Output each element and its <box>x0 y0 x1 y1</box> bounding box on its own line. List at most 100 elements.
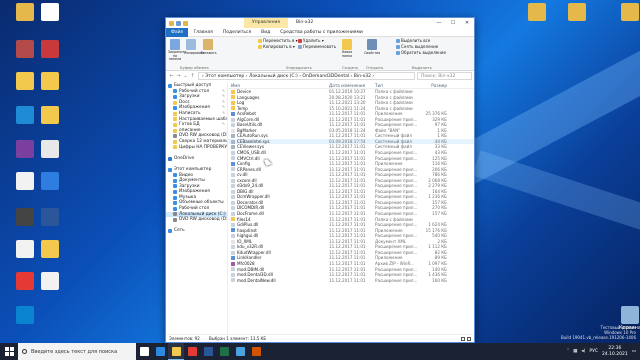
column-type[interactable]: Тип <box>372 83 420 88</box>
tab-application-tools[interactable]: Средства работы с приложениями <box>275 28 368 37</box>
tab-share[interactable]: Поделиться <box>218 28 256 37</box>
copy-button[interactable]: Копировать <box>184 38 205 55</box>
ribbon-tabs: Файл Главная Поделиться Вид Средства раб… <box>166 27 474 37</box>
desktop-shortcut-icon <box>41 3 59 21</box>
desk-icon-19[interactable] <box>3 306 47 325</box>
new-folder-button[interactable]: Новая папка <box>338 38 356 58</box>
desk-icon-4[interactable] <box>28 40 72 59</box>
quick-access-toolbar[interactable] <box>166 20 188 26</box>
desktop-shortcut-icon <box>41 140 59 158</box>
desk-icon-22[interactable] <box>608 3 640 22</box>
explorer-window[interactable]: Управление Bin-x32 — ☐ ✕ Файл Главная По… <box>165 17 475 343</box>
nav-item-icon <box>173 212 177 217</box>
paste-button[interactable]: Вставить <box>201 38 217 55</box>
copy-to-button[interactable]: Копировать в ▾ <box>258 44 298 50</box>
open-caption: Открыть <box>366 65 384 70</box>
dll-icon <box>231 123 235 128</box>
desk-icon-12[interactable] <box>28 172 72 191</box>
dll-icon <box>231 206 235 211</box>
app-icon <box>231 111 235 116</box>
folder-icon <box>231 95 235 100</box>
large-icons-view-icon[interactable] <box>467 337 471 341</box>
title-bar[interactable]: Управление Bin-x32 — ☐ ✕ <box>166 18 474 28</box>
folder-icon <box>231 217 235 222</box>
pin-button[interactable]: Закрепить на панели <box>168 38 186 62</box>
taskbar-edge-button[interactable] <box>152 343 168 360</box>
up-arrow-icon[interactable]: ↑ <box>189 73 196 79</box>
taskbar-search[interactable]: Введите здесь текст для поиска <box>18 343 136 360</box>
clock[interactable]: 22:36 24.10.2021 <box>602 346 628 358</box>
network-icon[interactable]: ▦ <box>573 349 577 354</box>
column-name[interactable]: Имя <box>228 83 326 88</box>
taskbar-excel-button[interactable] <box>216 343 232 360</box>
file-list[interactable]: Имя Дата изменения Тип Размер Device 01.1… <box>228 82 474 334</box>
desk-icon-10[interactable] <box>28 140 72 159</box>
desk-icon-8[interactable] <box>28 106 72 125</box>
navigation-pane[interactable]: Быстрый доступ Рабочий стол ✎ Загрузки ✎ Docs… <box>166 82 228 334</box>
taskbar-word-button[interactable] <box>200 343 216 360</box>
tab-file[interactable]: Файл <box>166 27 189 37</box>
search-input[interactable]: Поиск: Bin-x32 <box>417 72 472 80</box>
column-date[interactable]: Дата изменения <box>326 83 372 88</box>
dll-icon <box>231 272 235 277</box>
nav-item-icon <box>173 122 177 127</box>
file-name: mod.DentalNew.dll <box>237 277 276 283</box>
desktop-shortcut-icon <box>41 272 59 290</box>
notifications-icon[interactable]: ▭ <box>632 349 636 354</box>
taskbar-explorer-button[interactable] <box>168 343 184 360</box>
nav-item-icon <box>168 229 172 234</box>
desk-icon-6[interactable] <box>28 72 72 91</box>
address-bar[interactable]: › Этот компьютер › Локальный диск (C:) ›… <box>198 72 415 80</box>
invert-selection-icon <box>396 51 400 55</box>
desk-icon-16[interactable] <box>28 240 72 259</box>
back-arrow-icon[interactable]: ← <box>168 73 175 79</box>
forward-arrow-icon[interactable]: → <box>175 73 182 79</box>
dll-icon <box>231 245 235 250</box>
desktop-shortcut-icon <box>41 106 59 124</box>
desk-icon-21[interactable] <box>555 3 599 22</box>
nav-item[interactable]: DVD RW дисковод (D:) <box>166 217 227 223</box>
tray-chevron-icon[interactable]: ˄ <box>567 349 569 354</box>
desk-icon-2[interactable] <box>28 3 72 22</box>
taskbar-app8-button[interactable] <box>248 343 264 360</box>
desktop-shortcut-icon <box>41 208 59 226</box>
tab-home[interactable]: Главная <box>188 28 217 37</box>
start-button[interactable] <box>0 343 18 360</box>
column-headers: Имя Дата изменения Тип Размер <box>228 82 474 89</box>
taskbar-app7-button[interactable] <box>232 343 248 360</box>
desktop-shortcut-icon <box>528 3 546 21</box>
folder-icon[interactable] <box>169 20 174 26</box>
nav-item[interactable]: Сеть <box>166 228 227 234</box>
taskbar-chrome-button[interactable] <box>184 343 200 360</box>
tab-view[interactable]: Вид <box>256 28 275 37</box>
file-date-cell: 11.12.2017 11:01 <box>329 277 366 283</box>
file-row[interactable]: mod.DentalNew.dll 11.12.2017 11:01 Расшире… <box>228 278 474 284</box>
recent-chevron-icon[interactable]: ⌄ <box>182 73 189 79</box>
save-icon[interactable] <box>176 20 181 26</box>
taskbar-taskview-button[interactable] <box>136 343 152 360</box>
invert-selection-button[interactable]: Обратить выделение <box>396 50 446 56</box>
new-folder-icon[interactable] <box>183 20 188 26</box>
details-view-icon[interactable] <box>461 337 465 341</box>
dll-icon <box>231 189 235 194</box>
desk-icon-14[interactable] <box>28 208 72 227</box>
file-icon <box>231 239 235 244</box>
close-button[interactable]: ✕ <box>460 18 474 28</box>
nav-item-icon <box>173 184 177 189</box>
manage-contextual-tab[interactable]: Управление <box>244 18 289 28</box>
desk-icon-18[interactable] <box>28 272 72 291</box>
maximize-button[interactable]: ☐ <box>446 18 460 28</box>
select-none-icon <box>396 45 400 49</box>
rename-button[interactable]: Переименовать <box>298 44 336 50</box>
minimize-button[interactable]: — <box>432 18 446 28</box>
app-icon <box>231 256 235 261</box>
language-indicator[interactable]: РУС <box>589 349 598 354</box>
desk-icon-20[interactable] <box>515 3 559 22</box>
properties-button[interactable]: Свойства <box>364 38 380 55</box>
dll-icon <box>231 117 235 122</box>
system-tray: ˄ ▦ ◂) РУС 22:36 24.10.2021 ▭ <box>567 346 640 358</box>
dll-icon <box>231 250 235 255</box>
column-size[interactable]: Размер <box>420 83 450 88</box>
volume-icon[interactable]: ◂) <box>581 349 585 354</box>
desktop-shortcut-icon <box>568 3 586 21</box>
